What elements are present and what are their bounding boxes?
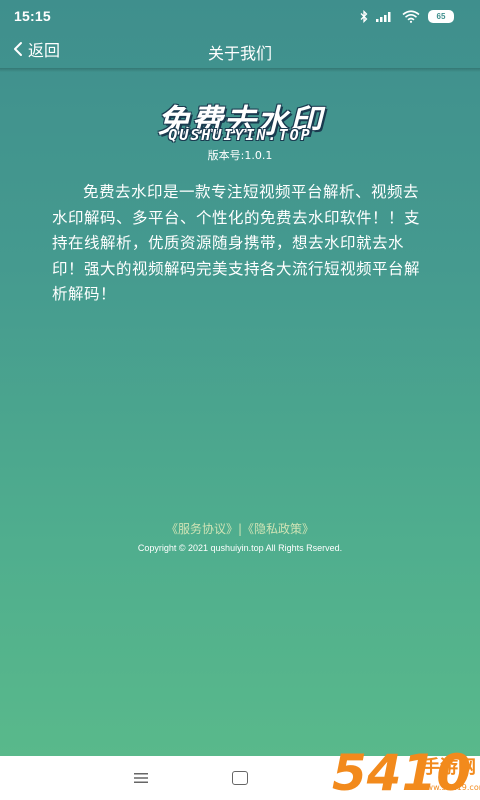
app-screen: 15:15 65 返回 关于我们 免费去水印 QUSHUIYIN.TOP 版本号… (0, 0, 480, 756)
service-agreement-link[interactable]: 《服务协议》 (166, 522, 238, 536)
legal-links: 《服务协议》|《隐私政策》 (0, 520, 480, 537)
nav-shadow-divider (0, 68, 480, 72)
bluetooth-icon (360, 9, 368, 23)
wifi-icon (402, 9, 420, 23)
signal-icon (376, 12, 391, 22)
battery-icon: 65 (428, 9, 454, 23)
battery-level: 65 (436, 11, 446, 21)
menu-icon[interactable] (133, 772, 149, 784)
version-label: 版本号:1.0.1 (207, 149, 273, 162)
status-icons: 65 (360, 8, 454, 24)
app-description: 免费去水印是一款专注短视频平台解析、视频去水印解码、多平台、个性化的免费去水印软… (52, 183, 421, 303)
watermark-text: 手游网 (422, 756, 476, 778)
status-time: 15:15 (14, 8, 51, 24)
privacy-policy-link[interactable]: 《隐私政策》 (242, 522, 314, 536)
status-bar: 15:15 65 (0, 0, 480, 32)
site-watermark-logo: 5410 手游网 www.54119.com.cn (332, 744, 480, 800)
page-title: 关于我们 (207, 44, 272, 63)
home-icon[interactable] (232, 771, 248, 785)
watermark-url: www.54119.com.cn (420, 783, 480, 792)
top-nav-bar: 返回 关于我们 (0, 32, 480, 68)
copyright-text: Copyright © 2021 qushuiyin.top All Right… (137, 543, 343, 553)
app-logo-domain: QUSHUIYIN.TOP (168, 126, 312, 144)
